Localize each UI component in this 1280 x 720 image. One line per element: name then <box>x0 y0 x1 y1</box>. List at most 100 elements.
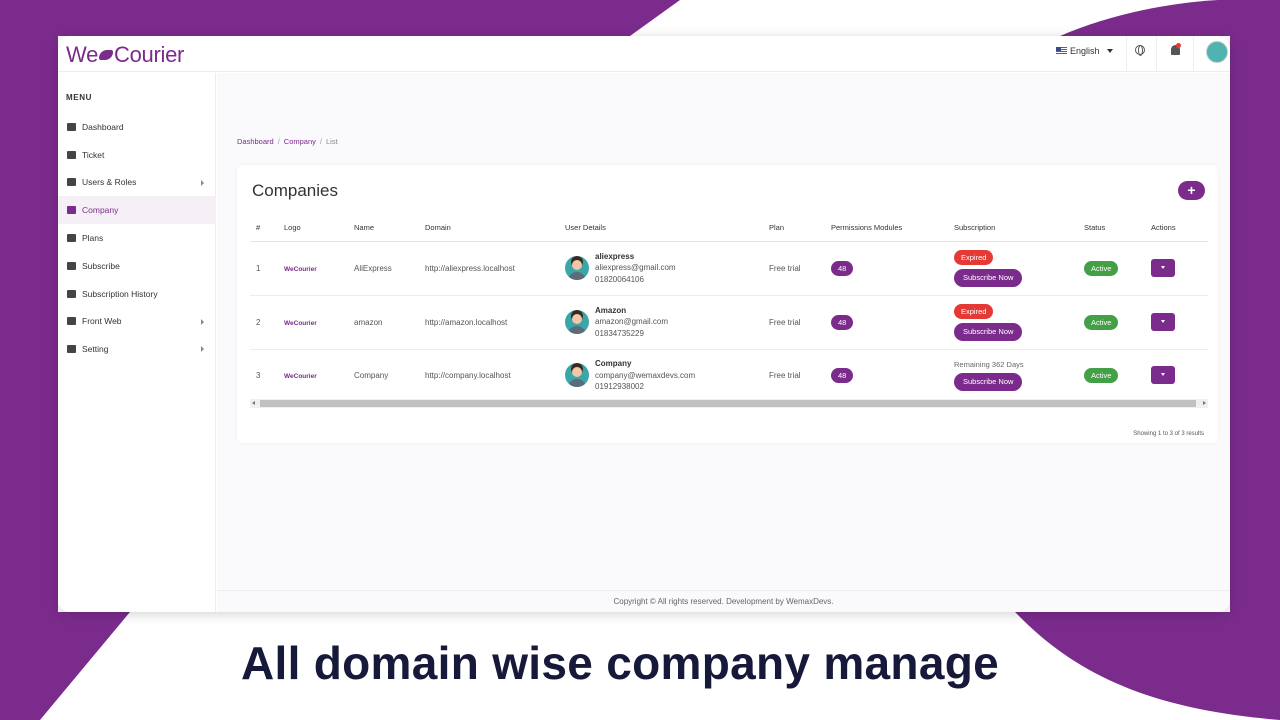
row-number: 2 <box>250 295 278 350</box>
status-badge: Active <box>1084 367 1119 383</box>
scroll-right-icon[interactable] <box>1203 401 1206 405</box>
subscription-stack: Expired Subscribe Now <box>954 303 1078 341</box>
notification-dot <box>1176 43 1181 48</box>
avatar <box>565 363 589 388</box>
grid-icon <box>67 178 76 187</box>
table-row: 1 WeCourier AliExpress http://aliexpress.lo… <box>250 241 1208 296</box>
company-name: amazon <box>348 295 419 350</box>
app-logo[interactable]: We Courier <box>66 42 184 68</box>
divider <box>1126 36 1127 72</box>
actions-dropdown-button[interactable] <box>1151 313 1175 331</box>
add-company-button[interactable]: + <box>1178 181 1205 200</box>
user-email: company@wemaxdevs.com <box>595 370 696 380</box>
main-content: Dashboard / Company / List Companies + # Logo… <box>217 73 1230 612</box>
modules-count-badge: 48 <box>831 314 854 330</box>
plan: Free trial <box>769 370 801 380</box>
column-header[interactable]: Name <box>348 215 419 242</box>
sidebar-item-label: Plans <box>82 233 104 244</box>
logo-text-right: Courier <box>114 42 185 67</box>
table-body: 1 WeCourier AliExpress http://aliexpress.lo… <box>250 241 1208 401</box>
user-avatar[interactable] <box>1206 41 1228 63</box>
user-details-block: aliexpress aliexpress@gmail.com 0182006410… <box>565 251 763 286</box>
sidebar-item-ticket[interactable]: Ticket <box>58 141 216 169</box>
user-email: aliexpress@gmail.com <box>595 263 676 273</box>
sidebar-item-plans[interactable]: Plans <box>58 224 216 252</box>
user-details: Company company@wemaxdevs.com 01912938002 <box>559 349 763 401</box>
row-number: 1 <box>250 241 278 296</box>
sidebar-item-users-roles[interactable]: Users & Roles <box>58 169 216 197</box>
user-phone: 01820064106 <box>595 274 644 284</box>
company-logo: WeCourier <box>278 241 348 296</box>
chevron-right-icon <box>201 318 204 325</box>
globe-icon <box>67 317 76 326</box>
user-details: aliexpress aliexpress@gmail.com 0182006410… <box>559 241 763 296</box>
column-header[interactable]: Plan <box>763 215 825 242</box>
sidebar-nav: Dashboard Ticket Users & Roles Company Plans… <box>58 113 216 363</box>
user-phone: 01912938002 <box>595 382 644 391</box>
users-icon <box>67 261 76 270</box>
company-logo: WeCourier <box>278 295 348 350</box>
user-details-block: Company company@wemaxdevs.com 01912938002 <box>565 358 763 393</box>
sidebar-item-company[interactable]: Company <box>58 196 216 225</box>
sidebar-item-setting[interactable]: Setting <box>58 335 216 363</box>
column-header[interactable]: Domain <box>419 215 559 242</box>
divider <box>1193 36 1194 72</box>
sidebar-item-front-web[interactable]: Front Web <box>58 308 216 336</box>
user-email: amazon@gmail.com <box>595 317 669 327</box>
modules-count-badge: 48 <box>831 260 854 276</box>
sidebar-item-label: Setting <box>82 344 109 355</box>
companies-table: # Logo Name Domain User Details Plan Permissio… <box>250 215 1208 401</box>
company-domain: http://company.localhost <box>425 370 511 380</box>
column-header[interactable]: User Details <box>559 215 763 242</box>
status: Active <box>1078 349 1145 401</box>
table-header-row: # Logo Name Domain User Details Plan Permissio… <box>250 215 1208 242</box>
expired-badge: Expired <box>954 249 994 265</box>
user-name: aliexpress <box>595 251 635 261</box>
modules-count-badge: 48 <box>831 367 854 383</box>
pagination-summary: Showing 1 to 3 of 3 results <box>1133 431 1204 437</box>
company-name: AliExpress <box>348 241 419 296</box>
column-header[interactable]: Status <box>1078 215 1145 242</box>
companies-card: Companies + # Logo Name Domain User Details P… <box>237 165 1218 443</box>
subscribe-now-button[interactable]: Subscribe Now <box>954 268 1023 287</box>
column-header[interactable]: Subscription <box>948 215 1078 242</box>
breadcrumb-current: List <box>326 137 338 146</box>
column-header[interactable]: # <box>250 215 278 242</box>
scroll-thumb[interactable] <box>260 400 1196 407</box>
horizontal-scrollbar[interactable] <box>250 399 1208 408</box>
globe-icon[interactable] <box>1135 45 1145 56</box>
user-phone: 01834735229 <box>595 328 644 338</box>
sidebar-item-subscribe[interactable]: Subscribe <box>58 252 216 280</box>
avatar <box>565 310 589 334</box>
sidebar-item-label: Users & Roles <box>82 177 137 188</box>
column-header[interactable]: Permissions Modules <box>825 215 948 242</box>
avatar <box>565 256 589 280</box>
status: Active <box>1078 241 1145 296</box>
expired-badge: Expired <box>954 303 994 319</box>
table-row: 3 WeCourier Company http://company.localhos… <box>250 349 1208 401</box>
subscribe-now-button[interactable]: Subscribe Now <box>954 322 1023 341</box>
breadcrumb-company[interactable]: Company <box>284 137 316 146</box>
home-icon <box>67 122 76 131</box>
sidebar-item-subscription-history[interactable]: Subscription History <box>58 280 216 308</box>
scroll-left-icon[interactable] <box>252 401 255 405</box>
menu-title: MENU <box>66 93 92 102</box>
language-selector[interactable]: English <box>1056 46 1113 56</box>
subscription: Expired Subscribe Now <box>948 241 1078 296</box>
footer-copyright: Copyright © All rights reserved. Develop… <box>217 590 1230 612</box>
column-header[interactable]: Logo <box>278 215 348 242</box>
subscription: Remaining 362 Days Subscribe Now <box>948 349 1078 401</box>
sidebar-item-label: Company <box>82 205 119 216</box>
table-row: 2 WeCourier amazon http://amazon.localhost A… <box>250 295 1208 350</box>
actions-dropdown-button[interactable] <box>1151 259 1175 277</box>
promo-caption: All domain wise company manage <box>241 637 999 689</box>
breadcrumb-dashboard[interactable]: Dashboard <box>237 137 274 146</box>
actions-dropdown-button[interactable] <box>1151 366 1175 385</box>
sidebar-item-label: Subscribe <box>82 260 120 271</box>
row-number: 3 <box>256 370 261 380</box>
sidebar-item-dashboard[interactable]: Dashboard <box>58 113 216 141</box>
status-badge: Active <box>1084 314 1119 330</box>
subscribe-now-button[interactable]: Subscribe Now <box>954 372 1023 391</box>
breadcrumb-separator: / <box>277 137 280 146</box>
column-header[interactable]: Actions <box>1145 215 1208 242</box>
